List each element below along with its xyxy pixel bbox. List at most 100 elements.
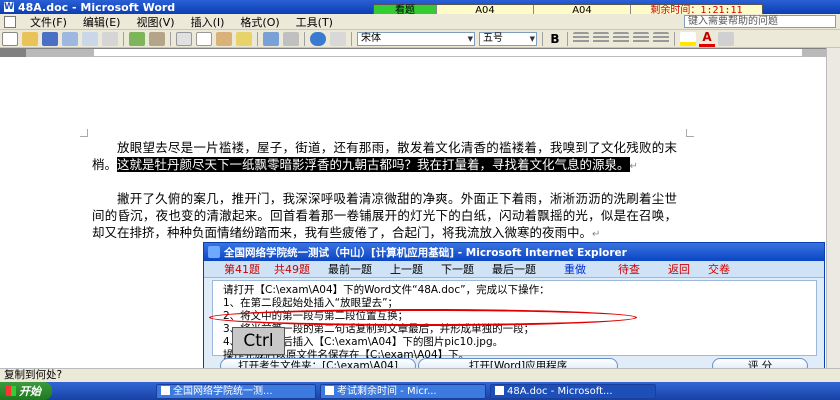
ie-icon (208, 246, 220, 258)
return-button[interactable]: 返回 (668, 261, 690, 277)
question-step-1: 1、在第二段起始处插入“放眼望去”； (223, 297, 399, 309)
paragraph-2-text: 撇开了久俯的案几，推开门，我深深呼吸着清凉微甜的净爽。外面正下着雨，淅淅沥沥的洗… (92, 191, 677, 240)
toolbar-separator (123, 31, 124, 46)
start-label: 开始 (19, 385, 41, 398)
toolbar-separator (170, 31, 171, 46)
windows-flag-icon (6, 386, 16, 396)
open-folder-icon[interactable] (22, 31, 38, 46)
flag-button[interactable]: 待查 (618, 261, 640, 277)
status-text: 复制到何处? (4, 369, 63, 381)
toolbar-separator (257, 31, 258, 46)
question-step-4: 4、在文章最后插入【C:\exam\A04】下的图片pic10.jpg。 (223, 336, 504, 348)
selected-text[interactable]: 这就是牡丹颜尽天下一纸飘零暗影浮香的九朝古都吗？我在打量着，寻找着文化气息的源泉… (117, 157, 630, 172)
format-painter-icon[interactable] (236, 31, 252, 46)
taskbar-item-word[interactable]: 48A.doc - Microsoft... (490, 383, 656, 399)
margin-corner-mark (80, 129, 88, 137)
taskbar-item-timer[interactable]: 考试剩余时间 - Micr... (320, 383, 486, 399)
prev-question-button[interactable]: 上一题 (390, 261, 423, 277)
exam-window-title: 全国网络学院统一测试（中山）[计算机应用基础] - Microsoft Inte… (224, 246, 627, 259)
redo-icon[interactable] (283, 31, 299, 46)
menu-insert[interactable]: 插入(I) (183, 14, 233, 30)
justify-icon[interactable] (633, 31, 649, 46)
taskbar-item-label: 全国网络学院统一测... (173, 385, 273, 397)
menu-view[interactable]: 视图(V) (128, 14, 182, 30)
font-color-button[interactable]: A (699, 30, 715, 47)
font-size-dropdown[interactable]: 五号 ▼ (479, 31, 537, 46)
taskbar-item-exam[interactable]: 全国网络学院统一测... (156, 383, 316, 399)
hyperlink-globe-icon[interactable] (310, 31, 326, 46)
submit-exam-button[interactable]: 交卷 (708, 261, 730, 277)
ie-icon (325, 385, 334, 395)
save-disk-icon[interactable] (42, 31, 58, 46)
print-icon[interactable] (82, 31, 98, 46)
status-bar: 复制到何处? (0, 368, 840, 382)
toolbar-separator (567, 31, 568, 46)
undo-icon[interactable] (263, 31, 279, 46)
cut-icon[interactable] (176, 31, 192, 46)
word-app-icon (495, 385, 504, 395)
align-left-icon[interactable] (573, 31, 589, 46)
toolbar-separator (304, 31, 305, 46)
exam-dialog: 全国网络学院统一测试（中山）[计算机应用基础] - Microsoft Inte… (203, 242, 825, 384)
ie-icon (161, 385, 170, 395)
menu-format[interactable]: 格式(O) (232, 14, 287, 30)
menu-tools[interactable]: 工具(T) (288, 14, 341, 30)
word-app-icon: W (4, 2, 14, 12)
horizontal-ruler[interactable] (26, 49, 826, 57)
new-document-icon[interactable] (2, 31, 18, 46)
document-icon[interactable] (4, 15, 16, 28)
first-question-button[interactable]: 最前一题 (328, 261, 372, 277)
line-spacing-icon[interactable] (653, 31, 669, 46)
question-intro: 请打开【C:\exam\A04】下的Word文件“48A.doc”，完成以下操作… (223, 284, 550, 296)
paste-icon[interactable] (216, 31, 232, 46)
redo-button[interactable]: 重做 (564, 261, 586, 277)
taskbar-item-label: 48A.doc - Microsoft... (507, 385, 613, 397)
menu-file[interactable]: 文件(F) (22, 14, 75, 30)
ctrl-key-overlay: Ctrl (232, 327, 285, 355)
ruler-right-margin (802, 49, 826, 57)
taskbar-item-label: 考试剩余时间 - Micr... (337, 385, 437, 397)
vertical-scrollbar[interactable] (826, 48, 840, 368)
paragraph-2[interactable]: 撇开了久俯的案几，推开门，我深深呼吸着清凉微甜的净爽。外面正下着雨，淅淅沥沥的洗… (92, 190, 677, 243)
font-name-value: 宋体 (361, 32, 381, 44)
permission-icon[interactable] (62, 31, 78, 46)
menu-edit[interactable]: 编辑(E) (75, 14, 129, 30)
toolbar-separator (674, 31, 675, 46)
paragraph-mark: ↵ (592, 229, 601, 240)
font-name-dropdown[interactable]: 宋体 ▼ (357, 31, 475, 46)
toolbar-options-icon[interactable] (718, 31, 734, 46)
chevron-down-icon: ▼ (467, 34, 473, 43)
question-step-2: 2、将文中的第一段与第二段位置互换； (223, 310, 409, 322)
highlight-icon[interactable] (680, 31, 696, 46)
question-step-3: 3、将当前第一段的第二句话复制到文章最后，并形成单独的一段； (223, 323, 535, 335)
paragraph-1[interactable]: 放眼望去尽是一片褴褛，屋子，街道，还有那雨，散发着文化清香的褴褛着，我嗅到了文化… (92, 139, 677, 175)
bold-button[interactable]: B (547, 32, 563, 46)
window-title: 48A.doc - Microsoft Word (18, 0, 176, 14)
copy-icon[interactable] (196, 31, 212, 46)
toolbar-separator (351, 31, 352, 46)
margin-corner-mark (686, 129, 694, 137)
question-panel: 请打开【C:\exam\A04】下的Word文件“48A.doc”，完成以下操作… (212, 280, 817, 361)
standard-toolbar: 宋体 ▼ 五号 ▼ B A (0, 30, 840, 48)
question-number: 第41题 (224, 263, 260, 276)
align-right-icon[interactable] (613, 31, 629, 46)
menu-bar: 文件(F) 编辑(E) 视图(V) 插入(I) 格式(O) 工具(T) 键入需要… (0, 14, 840, 30)
toolbar-separator (542, 31, 543, 46)
align-center-icon[interactable] (593, 31, 609, 46)
tables-icon[interactable] (330, 31, 346, 46)
start-button[interactable]: 开始 (0, 382, 52, 400)
research-icon[interactable] (149, 31, 165, 46)
help-search-input[interactable]: 键入需要帮助的问题 (684, 15, 836, 28)
windows-taskbar: 开始 全国网络学院统一测... 考试剩余时间 - Micr... 48A.doc… (0, 382, 840, 400)
question-total: 共49题 (274, 263, 310, 276)
chevron-down-icon: ▼ (529, 34, 535, 43)
print-preview-icon[interactable] (102, 31, 118, 46)
last-question-button[interactable]: 最后一题 (492, 261, 536, 277)
exam-nav-bar: 第41题 共49题 最前一题 上一题 下一题 最后一题 重做 待查 返回 交卷 (204, 261, 824, 278)
paragraph-mark: ↵ (629, 161, 638, 172)
next-question-button[interactable]: 下一题 (441, 261, 474, 277)
spelling-icon[interactable] (129, 31, 145, 46)
font-size-value: 五号 (483, 32, 503, 44)
exam-title-bar: 全国网络学院统一测试（中山）[计算机应用基础] - Microsoft Inte… (204, 243, 824, 261)
ruler-left-margin (26, 49, 94, 57)
